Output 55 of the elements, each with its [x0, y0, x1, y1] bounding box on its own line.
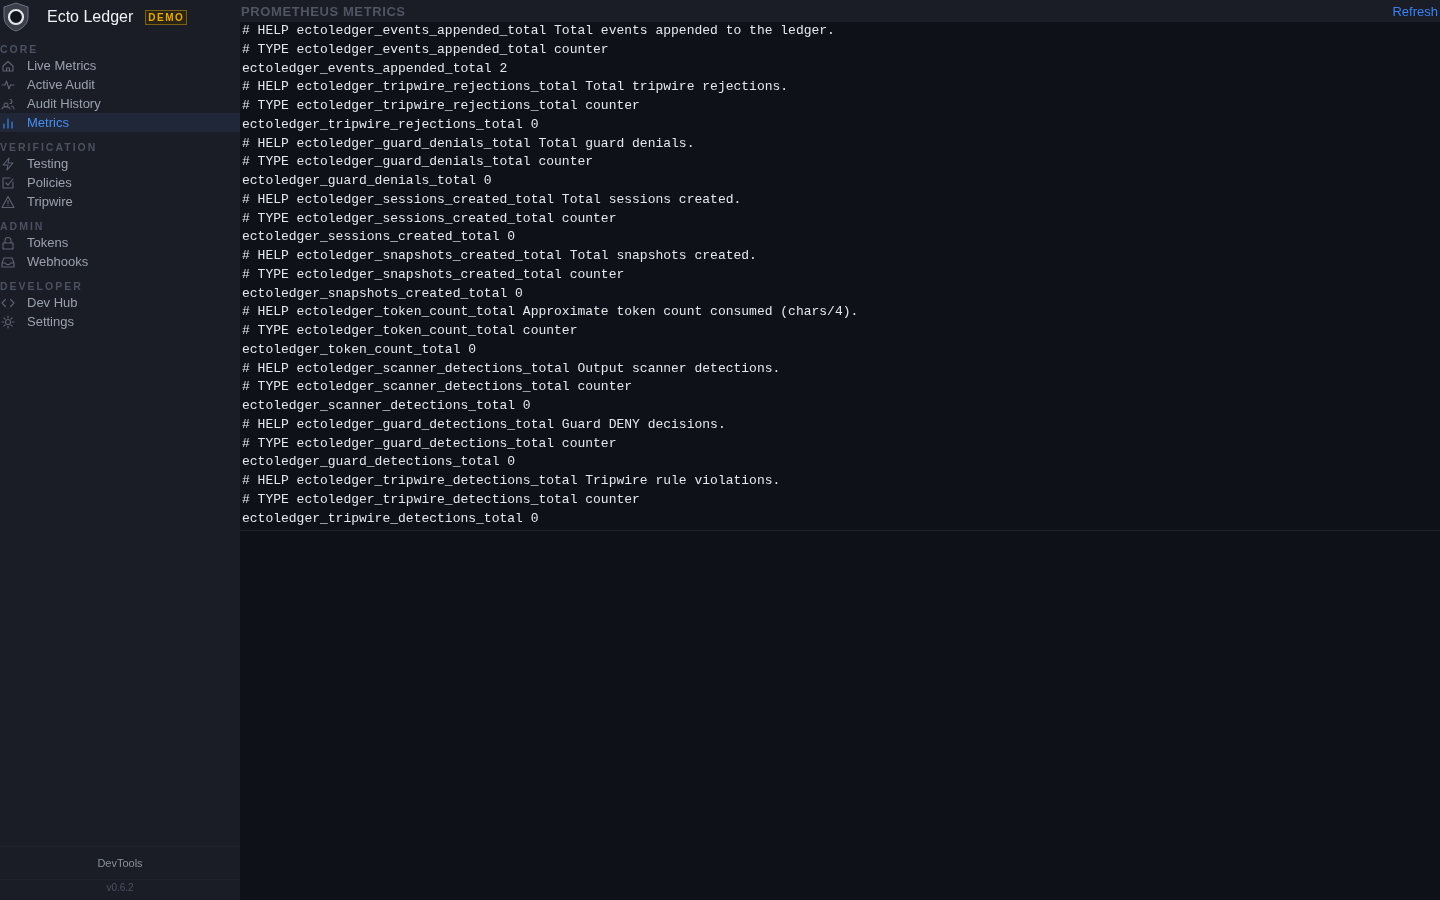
- metrics-line: # HELP ectoledger_tripwire_rejections_total Total tripwire rejections.: [242, 78, 790, 97]
- metrics-line: # TYPE ectoledger_sessions_created_total counter: [242, 209, 618, 228]
- metrics-line: ectoledger_guard_denials_total 0: [242, 172, 493, 190]
- pulse-icon: [1, 77, 15, 92]
- metrics-line: # HELP ectoledger_guard_detections_total Guard DENY decisions.: [242, 415, 727, 434]
- nav-item[interactable]: Policies: [0, 173, 240, 192]
- app-name: Ecto Ledger: [47, 8, 134, 26]
- metrics-line: # TYPE ectoledger_snapshots_created_total counter: [242, 265, 626, 284]
- nav-item[interactable]: Webhooks: [0, 252, 240, 271]
- nav-section-title: VERIFICATION: [0, 141, 99, 154]
- metrics-line: # HELP ectoledger_sessions_created_total Total sessions created.: [242, 190, 743, 209]
- nav-item[interactable]: Audit History: [0, 94, 240, 113]
- metrics-line: # HELP ectoledger_guard_denials_total Total guard denials.: [242, 134, 696, 153]
- metrics-line: # TYPE ectoledger_guard_denials_total counter: [242, 153, 595, 172]
- metrics-line: # TYPE ectoledger_tripwire_detections_total counter: [242, 490, 641, 509]
- metrics-line: ectoledger_sessions_created_total 0: [242, 228, 517, 247]
- metrics-line: # HELP ectoledger_token_count_total Approximate token count consumed (chars/4).: [242, 303, 860, 322]
- nav-item[interactable]: Testing: [0, 154, 240, 173]
- nav-section-title: ADMIN: [0, 220, 46, 233]
- metrics-line: # TYPE ectoledger_tripwire_rejections_total counter: [242, 97, 641, 115]
- nav-item[interactable]: Dev Hub: [0, 293, 240, 312]
- nav-item[interactable]: Tokens: [0, 233, 240, 252]
- panel-title: PROMETHEUS METRICS: [241, 3, 406, 19]
- refresh-button[interactable]: Refresh: [1392, 3, 1438, 19]
- metrics-line: ectoledger_token_count_total 0: [242, 340, 478, 359]
- metrics-line: # HELP ectoledger_tripwire_detections_total Tripwire rule violations.: [242, 472, 782, 490]
- metrics-line: # HELP ectoledger_snapshots_created_total Total snapshots created.: [242, 247, 758, 265]
- metrics-line: ectoledger_scanner_detections_total 0: [242, 397, 532, 415]
- nav-item[interactable]: Tripwire: [0, 192, 240, 211]
- lightning-icon: [1, 156, 15, 171]
- metrics-line: # TYPE ectoledger_scanner_detections_total counter: [242, 378, 634, 397]
- nav-section-title: DEVELOPER: [0, 280, 84, 293]
- metrics-line: # HELP ectoledger_events_appended_total Total events appended to the ledger.: [242, 22, 836, 40]
- metrics-line: # HELP ectoledger_scanner_detections_total Output scanner detections.: [242, 359, 782, 378]
- metrics-line: ectoledger_tripwire_rejections_total 0: [242, 115, 540, 134]
- nav-item[interactable]: Active Audit: [0, 75, 240, 94]
- checkbox-icon: [1, 175, 15, 190]
- metrics-line: # TYPE ectoledger_events_appended_total counter: [242, 40, 610, 59]
- metrics-line: ectoledger_tripwire_detections_total 0: [242, 509, 540, 528]
- nav-section-title: CORE: [0, 43, 40, 56]
- nav-item[interactable]: Settings: [0, 312, 240, 331]
- inbox-icon: [1, 254, 15, 269]
- nav-item[interactable]: Metrics: [0, 113, 240, 132]
- metrics-line: ectoledger_guard_detections_total 0: [242, 453, 517, 472]
- metrics-line: ectoledger_events_appended_total 2: [242, 59, 509, 78]
- warning-icon: [1, 194, 15, 209]
- devtools-button[interactable]: DevTools: [0, 846, 240, 880]
- users-icon: [1, 96, 15, 111]
- demo-badge: DEMO: [145, 9, 188, 25]
- home-icon: [1, 58, 15, 73]
- metrics-line: # TYPE ectoledger_token_count_total counter: [242, 322, 579, 340]
- nav-item[interactable]: Live Metrics: [0, 56, 240, 75]
- lock-icon: [1, 235, 15, 250]
- metrics-line: ectoledger_snapshots_created_total 0: [242, 284, 524, 303]
- metrics-line: # TYPE ectoledger_guard_detections_total counter: [242, 434, 618, 453]
